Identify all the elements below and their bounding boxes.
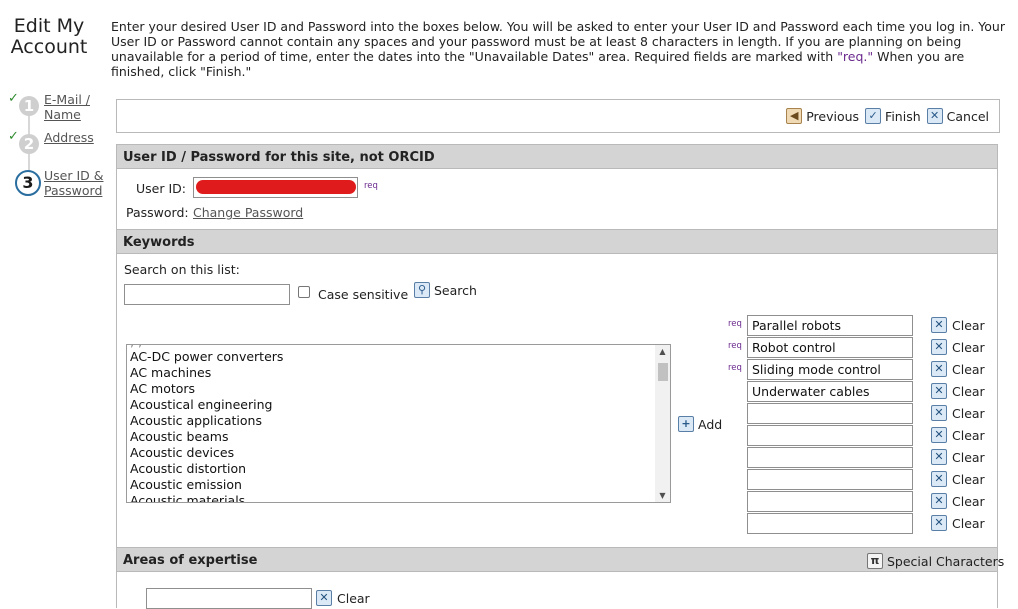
close-icon: ✕ (931, 383, 947, 399)
list-item[interactable]: Acoustic devices (130, 445, 234, 460)
pi-icon: π (867, 553, 883, 569)
keyword-slot-1[interactable]: Parallel robots (747, 315, 913, 336)
close-icon: ✕ (931, 427, 947, 443)
list-item[interactable]: AC-DC power converters (130, 349, 283, 364)
step-link-address[interactable]: Address (44, 130, 104, 145)
req-tag: req (728, 363, 742, 373)
instructions: Enter your desired User ID and Password … (111, 19, 1005, 79)
keyword-slot-4[interactable]: Underwater cables (747, 381, 913, 402)
keyword-slot-6[interactable] (747, 425, 913, 446)
clear-button[interactable]: ✕ Clear (931, 493, 985, 509)
keyword-slot-2[interactable]: Robot control (747, 337, 913, 358)
previous-icon: ◀ (786, 108, 803, 124)
password-label: Password: (126, 205, 189, 220)
step-link-userid-password[interactable]: User ID & Password (44, 168, 104, 198)
close-icon: ✕ (931, 361, 947, 377)
close-icon: ✕ (931, 339, 947, 355)
case-sensitive-label: Case sensitive (318, 287, 409, 302)
search-list-label: Search on this list: (124, 262, 240, 277)
checkmark-icon: ✓ (865, 108, 882, 124)
case-sensitive-checkbox[interactable] (298, 286, 310, 298)
close-icon: ✕ (931, 405, 947, 421)
keyword-slot-7[interactable] (747, 447, 913, 468)
close-icon: ✕ (316, 590, 332, 606)
list-item[interactable]: Acoustic materials (130, 493, 245, 502)
clear-button[interactable]: ✕ Clear (931, 405, 985, 421)
section-header-expertise: Areas of expertise (116, 547, 998, 572)
close-icon: ✕ (931, 449, 947, 465)
scroll-up-icon[interactable]: ▲ (655, 347, 670, 356)
keyword-slot-5[interactable] (747, 403, 913, 424)
list-item[interactable]: AC motors (130, 381, 195, 396)
clear-button[interactable]: ✕ Clear (931, 339, 985, 355)
plus-icon: + (678, 416, 694, 432)
list-item[interactable]: Acoustic beams (130, 429, 228, 444)
previous-button[interactable]: ◀ Previous (786, 108, 859, 124)
list-item[interactable]: AC machines (130, 365, 211, 380)
step-number-3: 3 (15, 170, 41, 196)
list-item[interactable]: Acoustical engineering (130, 397, 272, 412)
special-characters-button[interactable]: π Special Characters (867, 553, 1004, 569)
req-tag: req (728, 319, 742, 329)
list-item[interactable]: Acoustic distortion (130, 461, 246, 476)
req-tag: req (364, 181, 378, 191)
keyword-slot-9[interactable] (747, 491, 913, 512)
clear-button[interactable]: ✕ Clear (931, 471, 985, 487)
req-tag: req (728, 341, 742, 351)
close-icon: ✕ (931, 317, 947, 333)
check-icon: ✓ (8, 91, 19, 106)
page-title: Edit My Account (10, 15, 88, 58)
add-keyword-button[interactable]: + Add (678, 416, 722, 432)
keyword-slot-8[interactable] (747, 469, 913, 490)
search-button[interactable]: ⚲ Search (414, 282, 477, 298)
scroll-down-icon[interactable]: ▼ (655, 491, 670, 500)
keyword-slot-10[interactable] (747, 513, 913, 534)
close-icon: ✕ (931, 493, 947, 509)
keyword-slot-3[interactable]: Sliding mode control (747, 359, 913, 380)
userid-field[interactable] (193, 177, 358, 198)
wizard-toolbar: ◀ Previous ✓ Finish ✕ Cancel (116, 99, 1000, 133)
cancel-button[interactable]: ✕ Cancel (926, 108, 989, 124)
clear-button[interactable]: ✕ Clear (931, 427, 985, 443)
clear-button[interactable]: ✕ Clear (931, 361, 985, 377)
clear-button[interactable]: ✕ Clear (931, 317, 985, 333)
clear-button[interactable]: ✕ Clear (931, 383, 985, 399)
keyword-listbox[interactable]: ‚ ‚ AC-DC power converters AC machines A… (126, 344, 671, 503)
step-number-2: 2 (19, 134, 39, 154)
clear-expertise-button[interactable]: ✕ Clear (316, 590, 370, 606)
userid-label: User ID: (136, 181, 186, 196)
scroll-thumb[interactable] (658, 363, 668, 381)
close-icon: ✕ (926, 108, 943, 124)
close-icon: ✕ (931, 471, 947, 487)
close-icon: ✕ (931, 515, 947, 531)
section-header-account: User ID / Password for this site, not OR… (116, 144, 998, 169)
clear-button[interactable]: ✕ Clear (931, 449, 985, 465)
finish-button[interactable]: ✓ Finish (865, 108, 921, 124)
list-item[interactable]: Acoustic applications (130, 413, 262, 428)
step-number-1: 1 (19, 96, 39, 116)
clear-button[interactable]: ✕ Clear (931, 515, 985, 531)
keyword-search-input[interactable] (124, 284, 290, 305)
change-password-link[interactable]: Change Password (193, 205, 303, 220)
listbox-scrollbar[interactable]: ▲ ▼ (655, 345, 670, 502)
step-link-email-name[interactable]: E-Mail / Name (44, 92, 104, 122)
expertise-input[interactable] (146, 588, 312, 609)
redaction-mark (196, 180, 356, 194)
check-icon: ✓ (8, 129, 19, 144)
search-icon: ⚲ (414, 282, 430, 298)
section-header-keywords: Keywords (116, 229, 998, 254)
list-item[interactable]: Acoustic emission (130, 477, 242, 492)
